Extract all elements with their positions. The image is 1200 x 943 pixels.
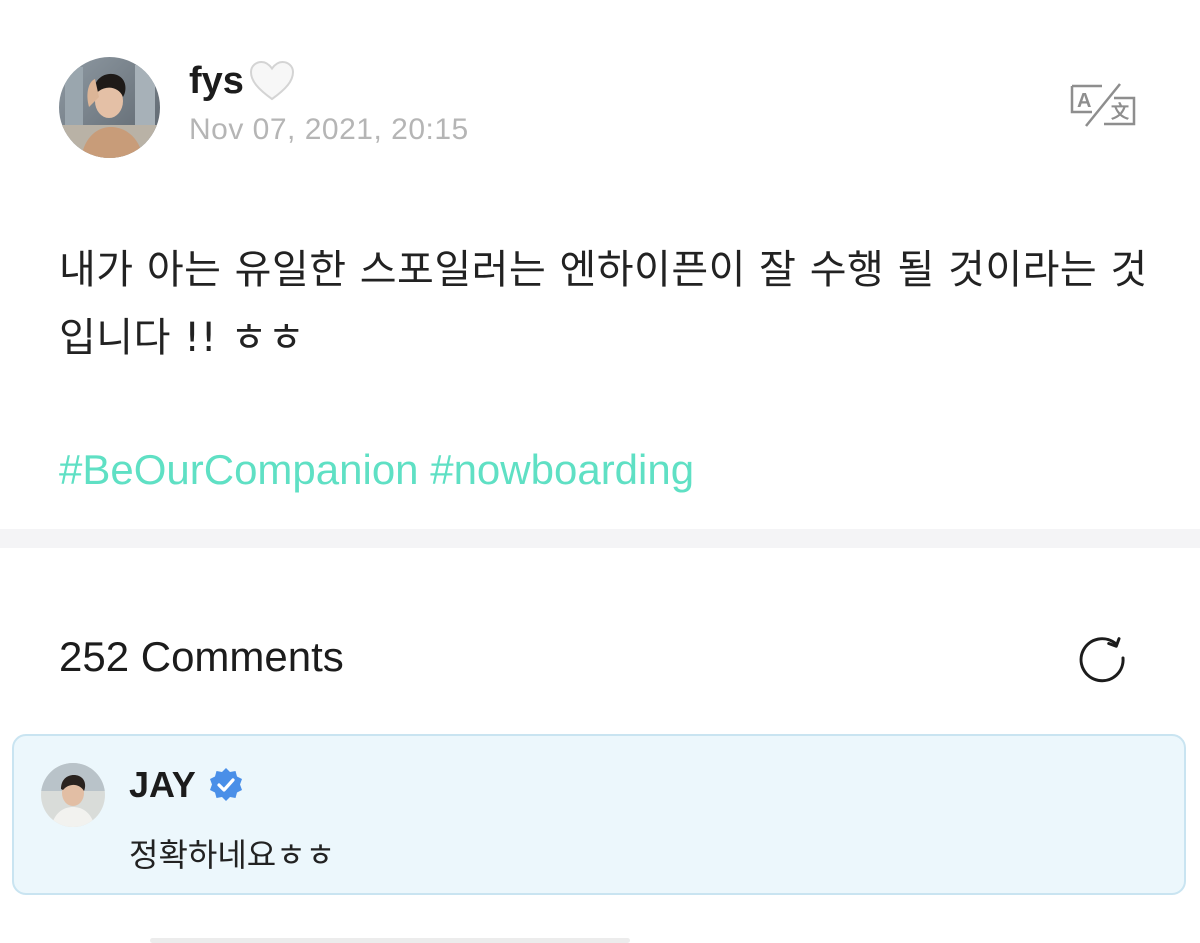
svg-text:文: 文 [1111,101,1130,123]
refresh-icon [1079,637,1125,683]
author-row: fys [189,56,296,106]
svg-text:A: A [1077,90,1091,112]
hashtag-list: #BeOurCompanion #nowboarding [59,446,694,494]
white-heart-icon [249,60,294,101]
comment-card[interactable]: JAY 정확하네요ㅎㅎ [12,734,1186,895]
post-text: 내가 아는 유일한 스포일러는 엔하이픈이 잘 수행 될 것이라는 것입니다 !… [59,247,1148,361]
comment-author[interactable]: JAY [129,764,196,806]
translate-icon: A 文 [1070,83,1136,127]
post-page: fys Nov 07, 2021, 20:15 A 文 내가 아는 유일한 스포… [0,0,1200,943]
author-name[interactable]: fys [189,60,244,103]
author-avatar[interactable] [59,57,160,158]
hashtag-link[interactable]: #nowboarding [430,446,694,493]
comments-count: 252 Comments [59,633,344,680]
comment-avatar[interactable] [41,763,105,827]
comment-author-row: JAY [129,762,244,808]
verified-badge-icon [209,768,242,801]
translate-button[interactable]: A 文 [1066,80,1140,130]
refresh-button[interactable] [1072,630,1132,690]
hashtag-link[interactable]: #BeOurCompanion [59,446,419,493]
post-date: Nov 07, 2021, 20:15 [189,113,469,146]
section-divider [0,529,1200,548]
comment-text: 정확하네요ㅎㅎ [129,836,336,874]
next-item-hint [150,938,630,943]
